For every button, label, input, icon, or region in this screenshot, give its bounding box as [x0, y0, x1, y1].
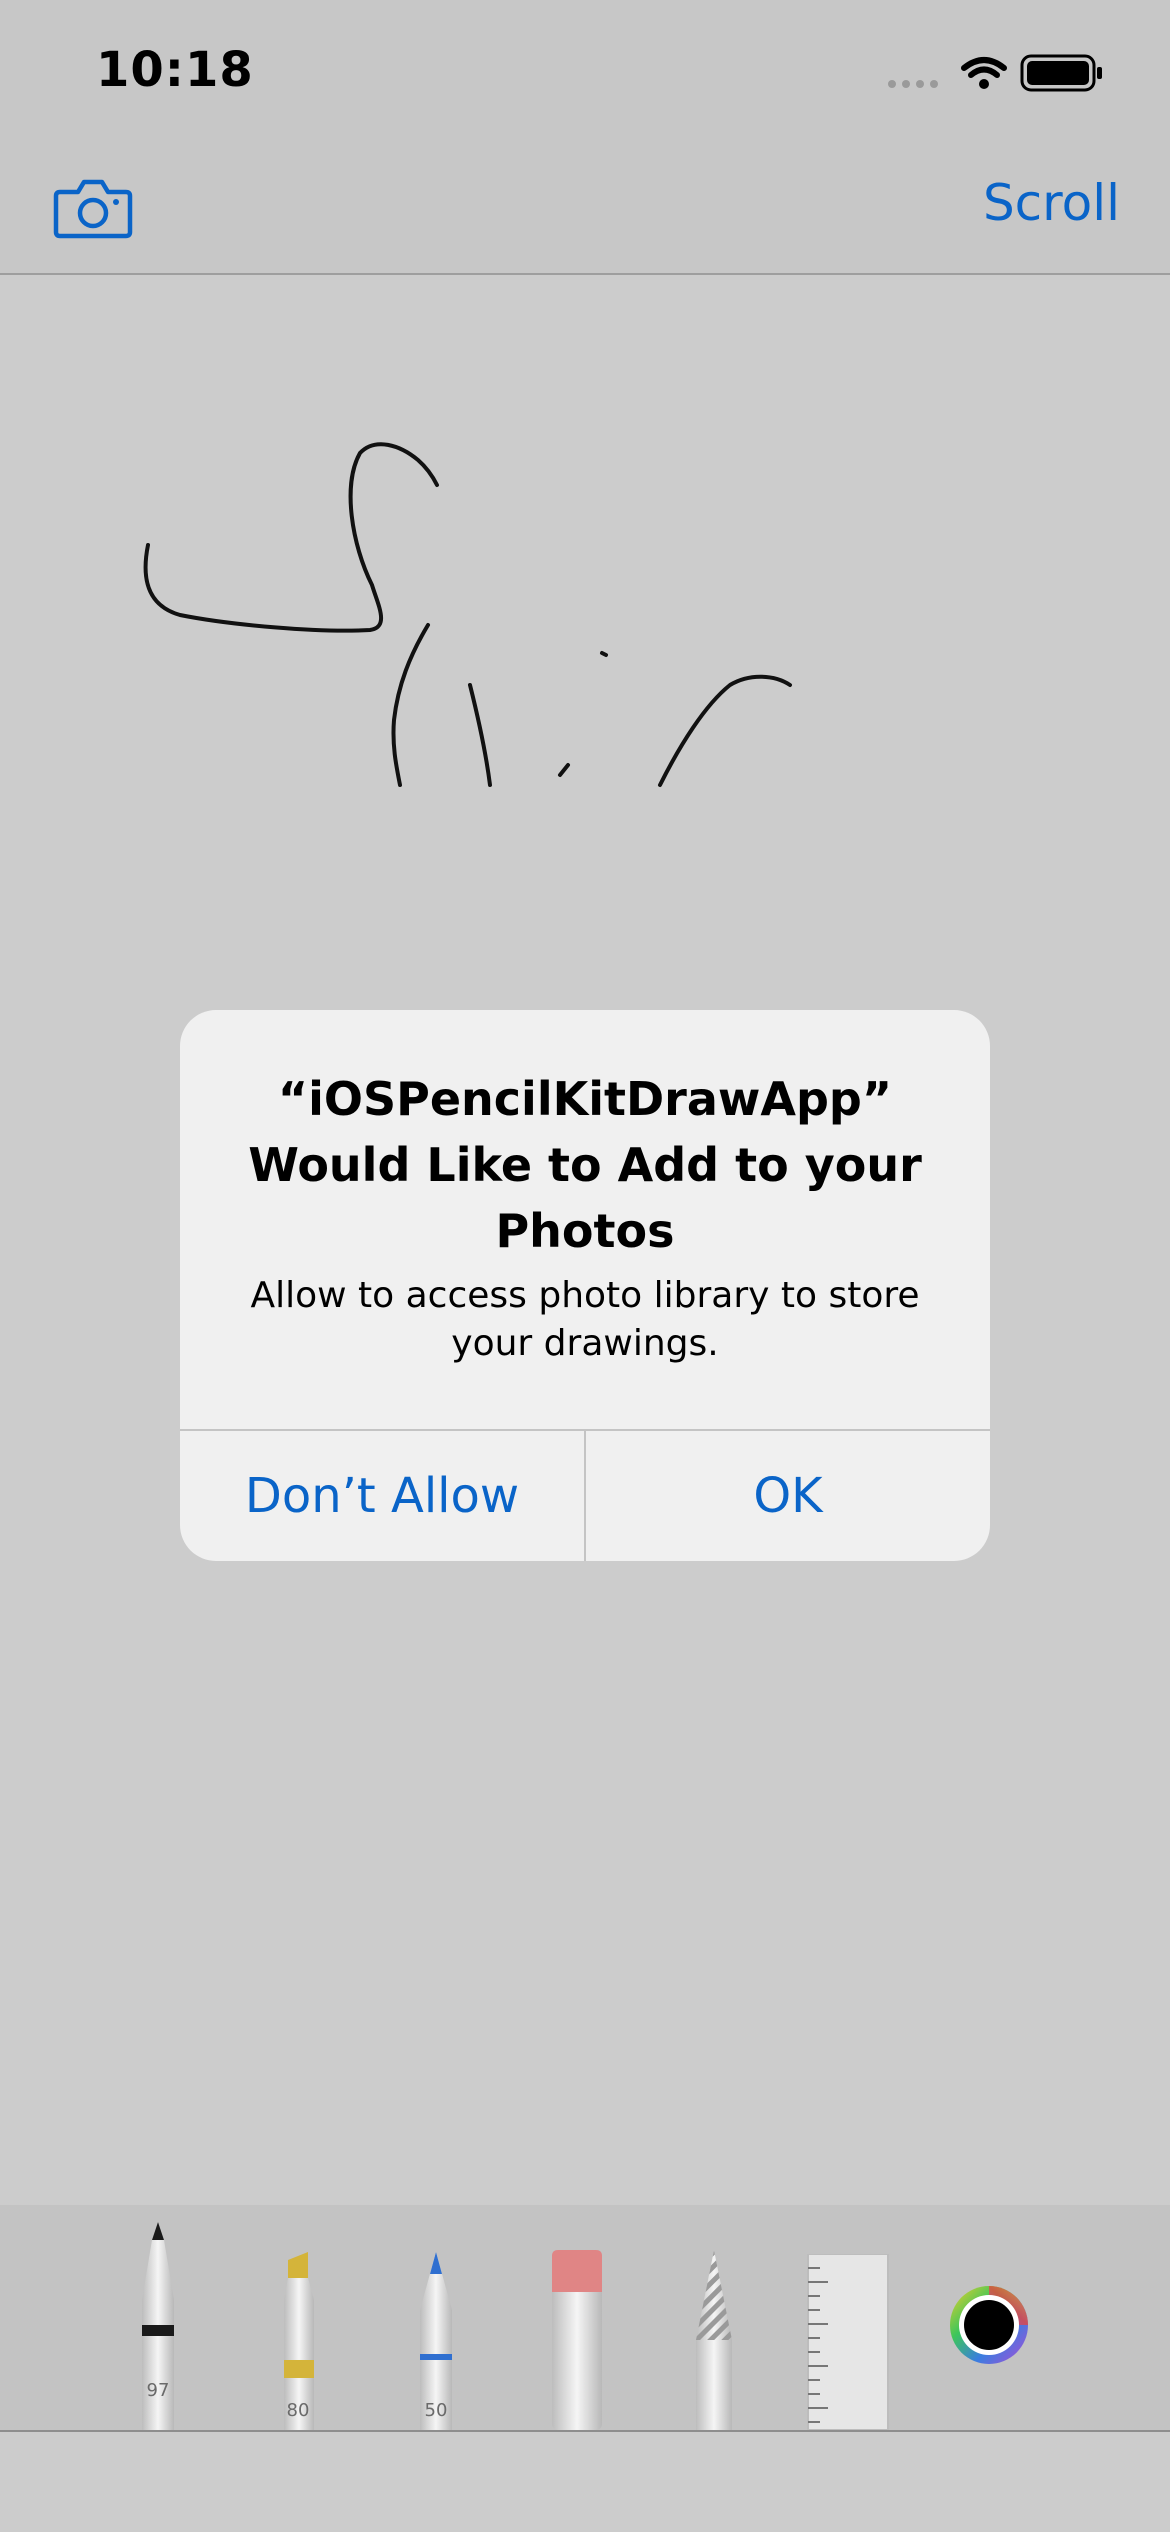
marker-tool[interactable]: 80	[268, 2250, 328, 2430]
dont-allow-button[interactable]: Don’t Allow	[180, 1431, 584, 1561]
navigation-bar: Scroll	[0, 140, 1170, 275]
camera-icon	[53, 179, 133, 239]
signature-drawing	[143, 442, 792, 787]
camera-button[interactable]	[52, 176, 134, 240]
status-time: 10:18	[96, 42, 254, 98]
color-wheel-icon	[950, 2286, 1028, 2364]
alert-message-line: your drawings.	[451, 1323, 719, 1364]
ok-button[interactable]: OK	[586, 1431, 990, 1561]
alert-title-line: Photos	[495, 1204, 675, 1258]
ruler-icon	[807, 2253, 889, 2431]
alert-message-line: Allow to access photo library to store	[250, 1275, 920, 1316]
wifi-icon	[961, 57, 1007, 89]
scroll-button[interactable]: Scroll	[983, 174, 1120, 232]
pen-width-label: 97	[146, 2380, 170, 2401]
color-picker-button[interactable]	[946, 2282, 1032, 2368]
battery-icon	[1020, 54, 1102, 92]
cellular-signal-icon	[888, 80, 938, 88]
eraser-tool[interactable]	[544, 2250, 604, 2430]
status-bar: 10:18	[0, 0, 1170, 140]
alert-title-line: Would Like to Add to your	[248, 1138, 922, 1192]
status-icons	[888, 54, 1102, 92]
alert-message: Allow to access photo library to store y…	[220, 1272, 950, 1368]
alert-title-line: “iOSPencilKitDrawApp”	[277, 1072, 893, 1126]
photos-permission-alert: “iOSPencilKitDrawApp” Would Like to Add …	[180, 1010, 990, 1561]
ruler-tool[interactable]	[806, 2253, 890, 2431]
tool-picker: 97 80 50	[0, 2205, 1170, 2433]
pencil-tool[interactable]: 50	[406, 2250, 466, 2430]
alert-title: “iOSPencilKitDrawApp” Would Like to Add …	[220, 1066, 950, 1264]
marker-width-label: 80	[286, 2400, 310, 2421]
lasso-tool[interactable]	[684, 2250, 744, 2430]
eraser-icon	[552, 2250, 602, 2430]
pen-tool[interactable]: 97	[128, 2220, 188, 2430]
pencil-width-label: 50	[424, 2400, 448, 2421]
bottom-area	[0, 2432, 1170, 2532]
lasso-icon	[696, 2250, 732, 2430]
